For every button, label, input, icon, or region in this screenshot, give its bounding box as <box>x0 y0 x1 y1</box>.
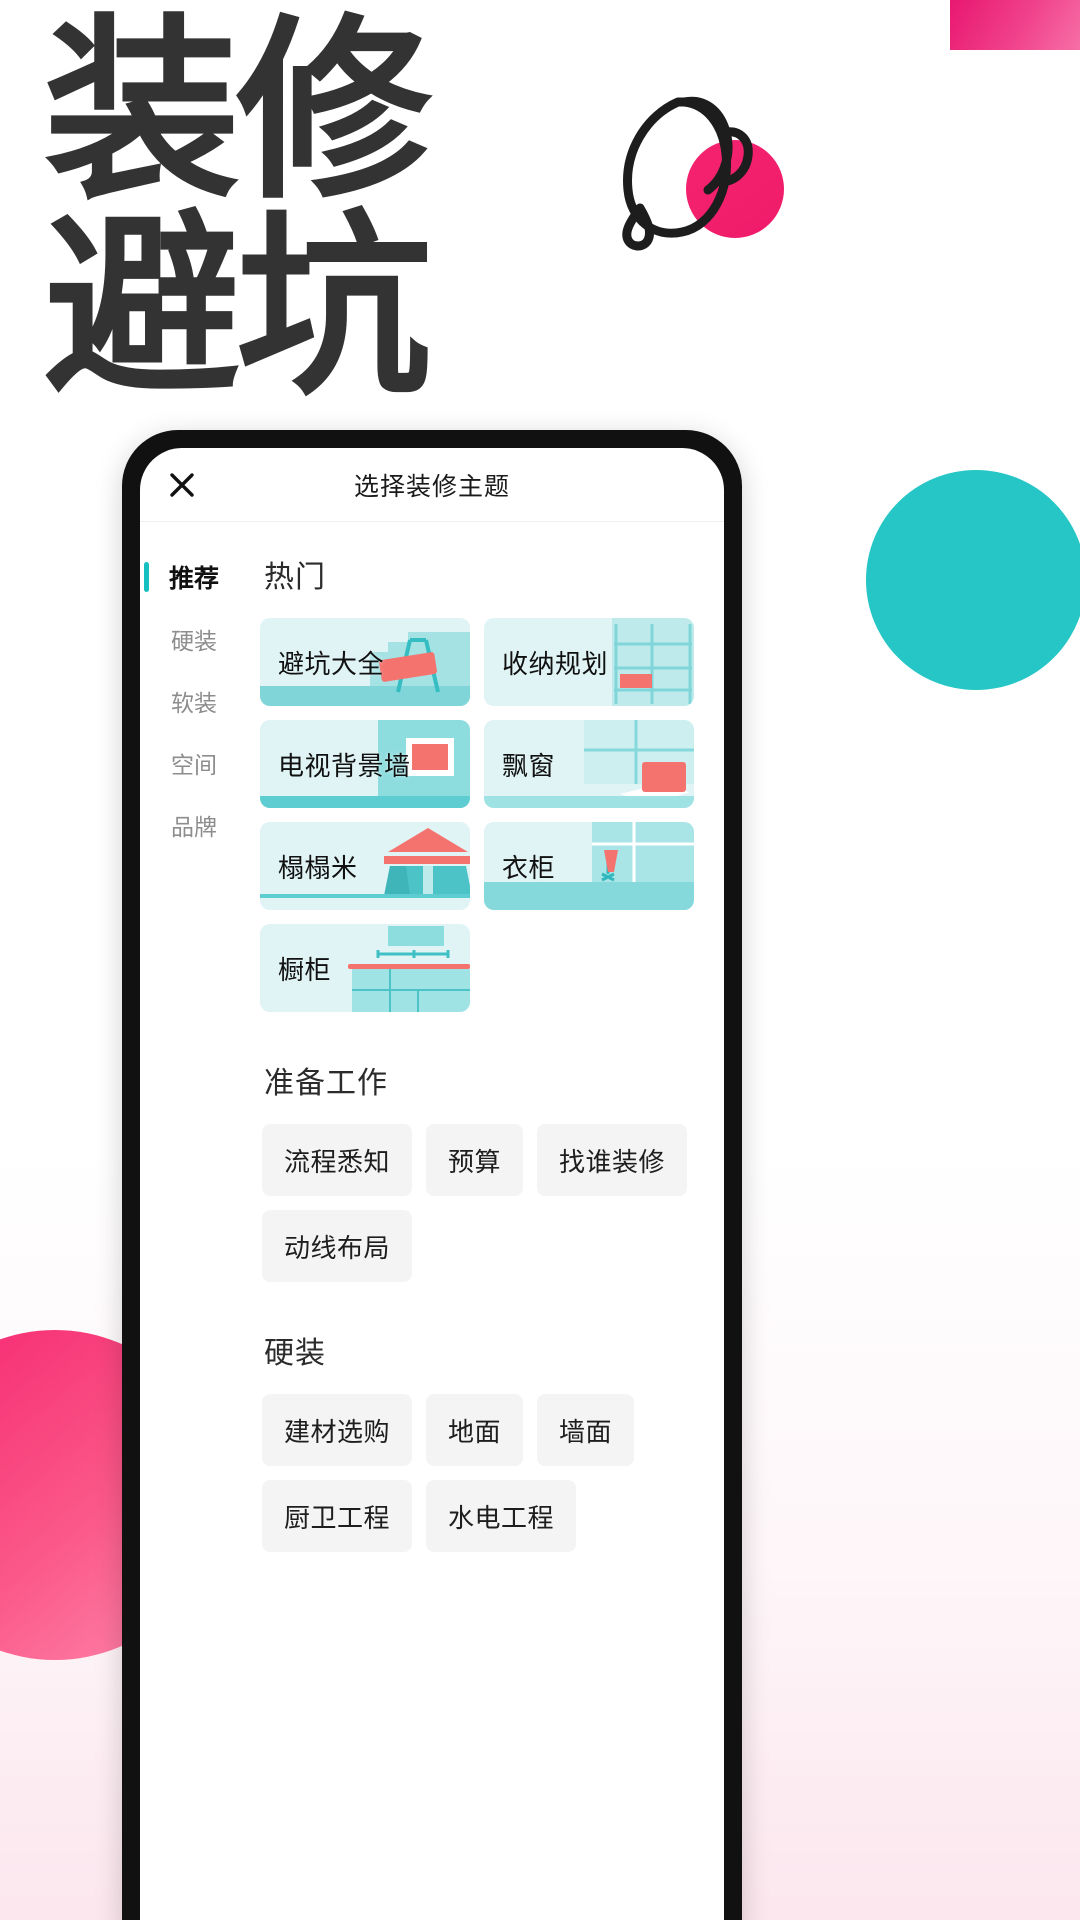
hot-card-label: 橱柜 <box>278 954 332 985</box>
chip-who-renovates[interactable]: 找谁装修 <box>537 1124 688 1196</box>
chip-label: 找谁装修 <box>559 1146 666 1177</box>
hot-card-label: 电视背景墙 <box>278 750 411 781</box>
poster-headline: 装修 避坑 <box>44 14 664 418</box>
sidebar-item-hard-decoration[interactable]: 硬装 <box>140 608 248 670</box>
hot-card-label: 飘窗 <box>502 750 556 781</box>
hard-decoration-chip-grid: 建材选购 地面 墙面 厨卫工程 水电工程 <box>262 1394 706 1552</box>
chip-budget[interactable]: 预算 <box>426 1124 524 1196</box>
hot-card-label: 衣柜 <box>502 852 556 883</box>
decorative-pink-corner <box>950 0 1080 50</box>
headline-line-2: 避坑 <box>44 198 432 418</box>
sidebar-item-label: 软装 <box>171 690 217 716</box>
chip-floor[interactable]: 地面 <box>426 1394 524 1466</box>
chip-process[interactable]: 流程悉知 <box>262 1124 413 1196</box>
app-body: 推荐 硬装 软装 空间 品牌 热门 避坑大全 收纳规划 电视背景墙 飘窗 榻榻米… <box>140 522 724 1920</box>
chip-label: 墙面 <box>559 1416 613 1447</box>
chip-kitchen-bath-project[interactable]: 厨卫工程 <box>262 1480 413 1552</box>
hot-card-tatami[interactable]: 榻榻米 <box>260 822 470 910</box>
sidebar-item-soft-decoration[interactable]: 软装 <box>140 670 248 732</box>
preparation-chip-grid: 流程悉知 预算 找谁装修 动线布局 <box>262 1124 706 1282</box>
paint-bucket-icon <box>600 86 790 261</box>
app-screen: 选择装修主题 推荐 硬装 软装 空间 品牌 热门 避坑大全 收纳规划 电视背景墙… <box>140 448 724 1920</box>
sidebar-item-label: 空间 <box>171 752 217 778</box>
headline-line-1: 装修 <box>44 2 432 221</box>
hot-card-wardrobe[interactable]: 衣柜 <box>484 822 694 910</box>
chip-label: 预算 <box>448 1146 502 1177</box>
chip-label: 水电工程 <box>448 1502 555 1533</box>
category-sidebar: 推荐 硬装 软装 空间 品牌 <box>140 522 248 1920</box>
close-icon[interactable] <box>162 465 202 505</box>
hot-card-label: 榻榻米 <box>278 852 358 883</box>
chip-traffic-layout[interactable]: 动线布局 <box>262 1210 413 1282</box>
hot-card-shouna[interactable]: 收纳规划 <box>484 618 694 706</box>
hot-card-tv-wall[interactable]: 电视背景墙 <box>260 720 470 808</box>
chip-label: 建材选购 <box>284 1416 391 1447</box>
hot-card-bay-window[interactable]: 飘窗 <box>484 720 694 808</box>
chip-material-selection[interactable]: 建材选购 <box>262 1394 413 1466</box>
chip-wall[interactable]: 墙面 <box>537 1394 635 1466</box>
page-title: 选择装修主题 <box>353 472 510 501</box>
sidebar-item-space[interactable]: 空间 <box>140 732 248 794</box>
section-title-hard-decoration: 硬装 <box>264 1337 326 1370</box>
hot-card-grid: 避坑大全 收纳规划 电视背景墙 飘窗 榻榻米 衣柜 橱柜 <box>260 618 706 1012</box>
sidebar-item-recommend[interactable]: 推荐 <box>140 546 248 608</box>
hot-card-bikeng[interactable]: 避坑大全 <box>260 618 470 706</box>
category-content: 热门 避坑大全 收纳规划 电视背景墙 飘窗 榻榻米 衣柜 橱柜 准备工作 流程悉… <box>248 522 724 1920</box>
poster-canvas: 装修 避坑 选择装修主题 推荐 硬装 软装 空间 品牌 热门 避坑大全 收纳规划… <box>0 0 1080 1920</box>
hot-card-kitchen-cabinet[interactable]: 橱柜 <box>260 924 470 1012</box>
sidebar-item-label: 推荐 <box>168 565 219 593</box>
app-header: 选择装修主题 <box>140 448 724 522</box>
sidebar-item-label: 品牌 <box>171 814 217 840</box>
chip-label: 厨卫工程 <box>284 1502 391 1533</box>
hot-card-label: 收纳规划 <box>502 648 609 679</box>
sidebar-item-label: 硬装 <box>171 628 217 654</box>
hot-card-label: 避坑大全 <box>278 648 385 679</box>
section-title-preparation: 准备工作 <box>264 1067 388 1100</box>
chip-label: 地面 <box>448 1416 502 1447</box>
chip-label: 动线布局 <box>284 1232 391 1263</box>
section-title-hot: 热门 <box>264 561 326 594</box>
sidebar-item-brand[interactable]: 品牌 <box>140 794 248 856</box>
phone-mockup: 选择装修主题 推荐 硬装 软装 空间 品牌 热门 避坑大全 收纳规划 电视背景墙… <box>122 430 742 1920</box>
chip-label: 流程悉知 <box>284 1146 391 1177</box>
decorative-teal-circle <box>866 470 1080 690</box>
chip-plumbing-electrical[interactable]: 水电工程 <box>426 1480 577 1552</box>
